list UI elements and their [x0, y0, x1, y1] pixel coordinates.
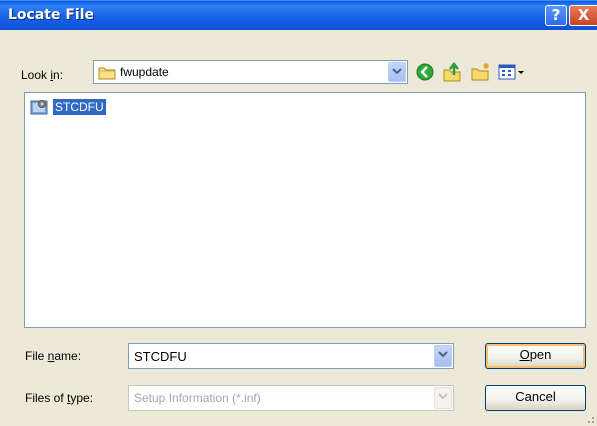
back-button[interactable]: [414, 61, 436, 83]
window-title: Locate File: [8, 7, 95, 23]
help-icon: ?: [551, 6, 561, 24]
cancel-button[interactable]: Cancel: [485, 385, 586, 411]
chevron-down-icon: [392, 68, 402, 75]
file-type-label: Files of type:: [25, 391, 94, 405]
close-button[interactable]: X: [569, 5, 597, 26]
view-menu-icon: [498, 64, 524, 80]
file-type-dropdown: Setup Information (*.inf): [128, 385, 454, 411]
look-in-value: fwupdate: [120, 65, 169, 79]
up-one-level-button[interactable]: [441, 61, 463, 83]
chevron-down-icon: [438, 351, 448, 358]
file-type-dropdown-button: [434, 387, 452, 409]
look-in-dropdown[interactable]: fwupdate: [93, 60, 408, 84]
new-folder-button[interactable]: [470, 61, 492, 83]
look-in-label: Look in:: [21, 68, 64, 82]
chevron-down-icon: [438, 393, 448, 400]
file-name-input[interactable]: STCDFU: [134, 349, 187, 364]
back-icon: [416, 63, 434, 81]
file-name-dropdown-button[interactable]: [434, 345, 452, 367]
file-type-value: Setup Information (*.inf): [134, 391, 261, 405]
setup-file-icon: [30, 100, 48, 115]
help-button[interactable]: ?: [545, 5, 567, 26]
look-in-dropdown-button[interactable]: [388, 62, 406, 82]
file-list[interactable]: STCDFU: [24, 92, 586, 328]
file-name-combo[interactable]: STCDFU: [128, 343, 454, 369]
close-icon: X: [577, 6, 590, 24]
new-folder-icon: [471, 63, 489, 81]
file-name-label: File name:: [25, 349, 82, 363]
title-bar[interactable]: Locate File ? X: [0, 0, 597, 30]
open-button[interactable]: Open: [485, 343, 586, 369]
locate-file-dialog: Locate File ? X Look in: fwupdate STCDFU…: [0, 0, 597, 426]
folder-icon: [98, 67, 116, 80]
up-folder-icon: [443, 61, 461, 82]
list-item-label: STCDFU: [53, 99, 106, 115]
resize-grip-icon[interactable]: [583, 412, 595, 424]
view-menu-button[interactable]: [497, 61, 527, 83]
